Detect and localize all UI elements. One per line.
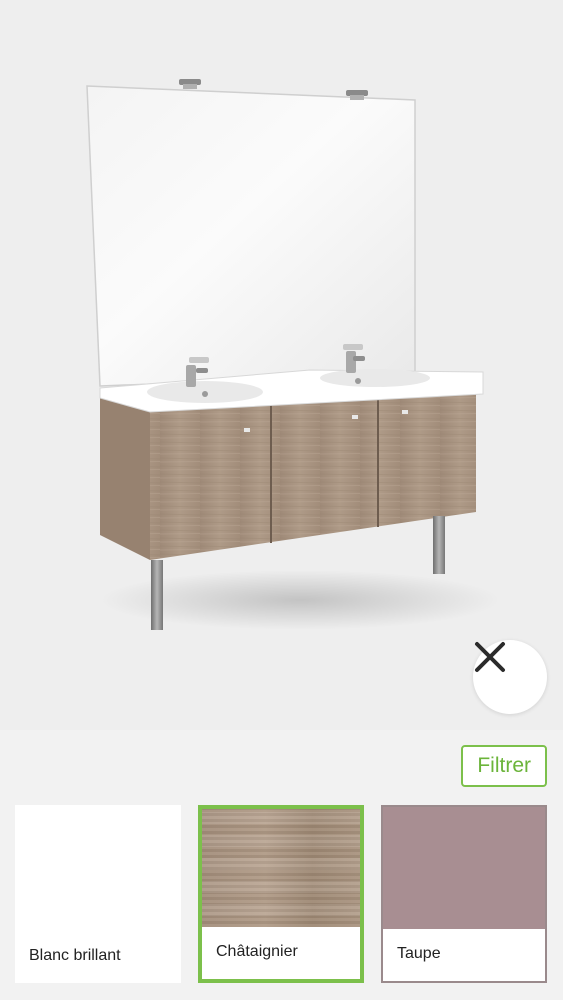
product-viewer[interactable] bbox=[0, 0, 563, 730]
swatch-taupe[interactable]: Taupe bbox=[381, 805, 547, 983]
swatch-chataignier[interactable]: Châtaignier bbox=[198, 805, 364, 983]
finish-selector-panel: Filtrer Blanc brillant Châtaignier Taupe bbox=[0, 730, 563, 1000]
leg-left bbox=[151, 560, 163, 630]
door-handle bbox=[244, 428, 250, 432]
vanity-unit-render bbox=[86, 79, 500, 630]
drain bbox=[202, 391, 208, 397]
close-button[interactable] bbox=[473, 640, 547, 714]
close-icon bbox=[475, 642, 505, 672]
cabinet-side bbox=[100, 397, 150, 560]
swatch-color bbox=[202, 809, 360, 927]
leg-right bbox=[433, 516, 445, 574]
door-handle bbox=[352, 415, 358, 419]
swatch-color bbox=[383, 807, 545, 929]
swatch-label: Blanc brillant bbox=[15, 931, 181, 983]
swatch-label: Taupe bbox=[383, 929, 545, 981]
mirror bbox=[86, 85, 416, 387]
swatch-blanc-brillant[interactable]: Blanc brillant bbox=[15, 805, 181, 983]
drain bbox=[355, 378, 361, 384]
cabinet-front bbox=[150, 392, 476, 560]
mirror-light-left bbox=[179, 79, 201, 89]
door-handle bbox=[402, 410, 408, 414]
filter-button[interactable]: Filtrer bbox=[461, 745, 547, 787]
swatch-label: Châtaignier bbox=[202, 927, 360, 979]
swatch-color bbox=[15, 805, 181, 931]
basin-right bbox=[320, 369, 430, 387]
